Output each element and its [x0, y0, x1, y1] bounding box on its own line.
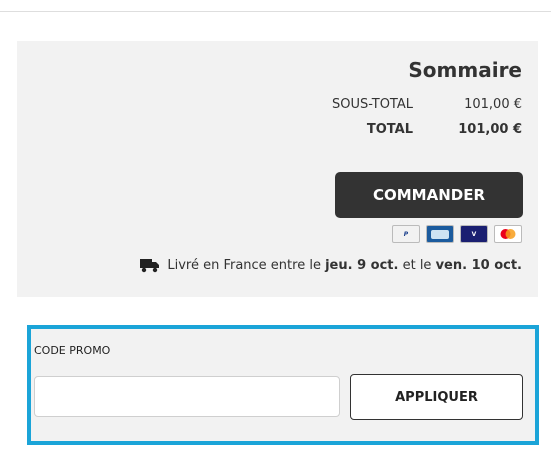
payment-methods: P V: [392, 225, 522, 243]
promo-code-panel: CODE PROMO APPLIQUER: [27, 325, 539, 445]
order-summary-panel: Sommaire SOUS-TOTAL 101,00 € TOTAL 101,0…: [17, 41, 538, 297]
subtotal-value: 101,00 €: [464, 97, 522, 112]
delivery-info: Livré en France entre le jeu. 9 oct. et …: [139, 257, 522, 273]
promo-code-input[interactable]: [34, 376, 340, 417]
delivery-prefix: Livré en France entre le: [167, 257, 321, 273]
delivery-date-end: ven. 10 oct.: [435, 257, 522, 273]
paypal-icon: P: [392, 225, 420, 243]
visa-icon: V: [460, 225, 488, 243]
mastercard-icon: [494, 225, 522, 243]
summary-title: Sommaire: [408, 58, 522, 82]
apply-promo-button[interactable]: APPLIQUER: [350, 374, 523, 420]
truck-icon: [140, 259, 160, 273]
total-label: TOTAL: [366, 122, 413, 137]
checkout-button[interactable]: COMMANDER: [335, 172, 523, 218]
delivery-date-start: jeu. 9 oct.: [325, 257, 399, 273]
top-divider: [0, 0, 551, 12]
total-value: 101,00 €: [458, 122, 522, 137]
subtotal-label: SOUS-TOTAL: [332, 97, 413, 112]
carte-bancaire-icon: [426, 225, 454, 243]
delivery-middle: et le: [402, 257, 432, 273]
promo-code-label: CODE PROMO: [34, 344, 111, 357]
